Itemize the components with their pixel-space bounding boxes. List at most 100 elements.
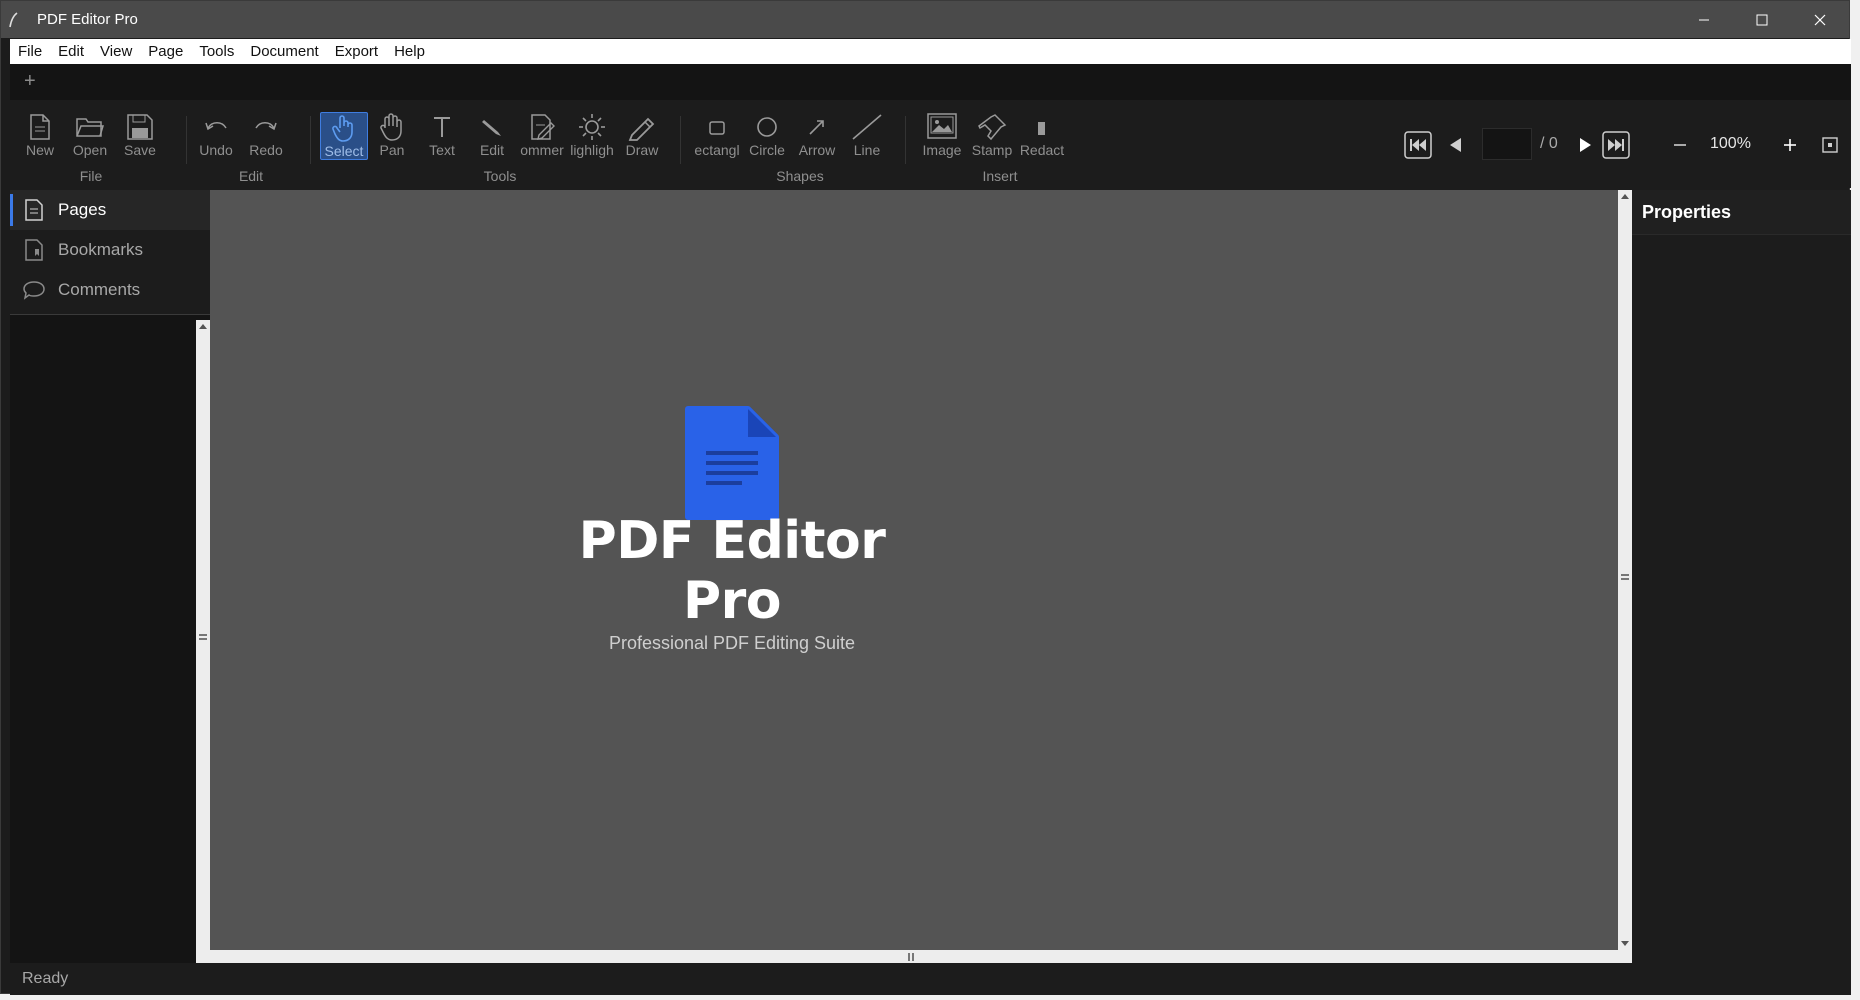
last-page-icon — [1602, 131, 1630, 159]
prev-page-button[interactable] — [1447, 136, 1465, 154]
redo-icon — [248, 112, 284, 142]
save-button[interactable]: Save — [116, 112, 164, 160]
stamp-icon — [974, 112, 1010, 142]
document-canvas[interactable]: PDF Editor Pro Professional PDF Editing … — [210, 190, 1618, 950]
floppy-disk-icon — [122, 112, 158, 142]
highlight-tool-label: lighligh — [570, 142, 614, 158]
select-tool-button[interactable]: Select — [320, 112, 368, 160]
scroll-grip — [1621, 574, 1629, 576]
pan-tool-label: Pan — [379, 142, 405, 158]
rectangle-icon — [699, 112, 735, 142]
feather-icon — [1, 1, 27, 38]
scroll-grip — [912, 953, 914, 961]
ribbon-toolbar: New Open Save File Undo Redo Edit Select… — [10, 100, 1851, 188]
window-controls — [1675, 1, 1849, 38]
circle-tool-label: Circle — [749, 142, 785, 158]
image-insert-label: Image — [922, 142, 962, 158]
zoom-in-button[interactable] — [1781, 136, 1799, 154]
stamp-button[interactable]: Stamp — [968, 112, 1016, 160]
plus-icon — [1784, 139, 1796, 151]
menu-file[interactable]: File — [10, 39, 50, 64]
close-icon — [1814, 14, 1826, 25]
image-icon — [924, 112, 960, 142]
scroll-down-icon — [1621, 941, 1629, 946]
welcome-screen: PDF Editor Pro Professional PDF Editing … — [522, 405, 942, 654]
comment-edit-icon — [524, 112, 560, 142]
comment-tool-label: ommer — [520, 142, 564, 158]
select-tool-label: Select — [324, 143, 364, 159]
canvas-vertical-scrollbar[interactable] — [1618, 190, 1632, 950]
menu-view[interactable]: View — [92, 39, 140, 64]
scroll-up-icon — [199, 324, 207, 329]
line-icon — [849, 112, 885, 142]
menu-page[interactable]: Page — [140, 39, 191, 64]
text-tool-button[interactable]: Text — [418, 112, 466, 160]
sidebar-vertical-scrollbar[interactable] — [196, 320, 210, 960]
undo-button[interactable]: Undo — [192, 112, 240, 160]
arrow-tool-button[interactable]: Arrow — [793, 112, 841, 160]
status-bar: Ready — [10, 963, 1851, 995]
undo-icon — [198, 112, 234, 142]
scroll-up-icon — [1621, 194, 1629, 199]
page-number-input[interactable] — [1482, 128, 1532, 160]
sidebar-tab-label: Pages — [58, 200, 107, 219]
page-total: / 0 — [1540, 135, 1558, 152]
rectangle-tool-button[interactable]: ectangl — [693, 112, 741, 160]
canvas-horizontal-scrollbar[interactable] — [196, 950, 1632, 963]
pan-tool-button[interactable]: Pan — [368, 112, 416, 160]
sidebar-tab-comments[interactable]: Comments — [10, 270, 210, 310]
fit-page-icon — [1822, 137, 1838, 153]
triangle-left-icon — [1450, 138, 1461, 152]
sidebar-tab-pages[interactable]: Pages — [10, 190, 210, 230]
line-tool-button[interactable]: Line — [843, 112, 891, 160]
highlight-tool-button[interactable]: lighligh — [568, 112, 616, 160]
redact-button[interactable]: Redact — [1018, 112, 1066, 160]
edit-tool-button[interactable]: Edit — [468, 112, 516, 160]
circle-tool-button[interactable]: Circle — [743, 112, 791, 160]
image-insert-button[interactable]: Image — [918, 112, 966, 160]
comment-tool-button[interactable]: ommer — [518, 112, 566, 160]
open-button-label: Open — [72, 142, 108, 158]
fit-page-button[interactable] — [1821, 136, 1839, 154]
menu-help[interactable]: Help — [386, 39, 433, 64]
menu-edit[interactable]: Edit — [50, 39, 92, 64]
add-tab-button[interactable]: + — [24, 70, 36, 92]
sun-highlight-icon — [574, 112, 610, 142]
first-page-button[interactable] — [1403, 130, 1433, 160]
undo-button-label: Undo — [199, 142, 233, 158]
next-page-button[interactable] — [1576, 136, 1594, 154]
save-button-label: Save — [124, 142, 156, 158]
maximize-button[interactable] — [1733, 1, 1791, 38]
properties-header: Properties — [1632, 190, 1851, 235]
rectangle-tool-label: ectangl — [694, 142, 740, 158]
menu-document[interactable]: Document — [242, 39, 326, 64]
zoom-out-button[interactable] — [1671, 136, 1689, 154]
document-logo-icon — [682, 405, 782, 521]
window-title: PDF Editor Pro — [37, 11, 138, 28]
toolbar-separator — [680, 116, 681, 164]
group-label-insert: Insert — [982, 168, 1018, 184]
draw-tool-button[interactable]: Draw — [618, 112, 666, 160]
minimize-button[interactable] — [1675, 1, 1733, 38]
group-label-edit: Edit — [238, 168, 264, 184]
status-text: Ready — [22, 970, 69, 987]
line-tool-label: Line — [853, 142, 881, 158]
redact-button-label: Redact — [1019, 142, 1065, 158]
redo-button[interactable]: Redo — [242, 112, 290, 160]
scroll-grip — [908, 953, 910, 961]
sidebar-tab-bookmarks[interactable]: Bookmarks — [10, 230, 210, 270]
scroll-grip — [199, 638, 207, 640]
draw-pen-icon — [624, 112, 660, 142]
pencil-icon — [474, 112, 510, 142]
title-bar: PDF Editor Pro — [1, 1, 1849, 38]
left-sidebar: Pages Bookmarks Comments — [10, 190, 210, 963]
new-button[interactable]: New — [16, 112, 64, 160]
page-thumbnails-panel — [10, 315, 210, 963]
menu-tools[interactable]: Tools — [191, 39, 242, 64]
close-button[interactable] — [1791, 1, 1849, 38]
last-page-button[interactable] — [1601, 130, 1631, 160]
redo-button-label: Redo — [249, 142, 283, 158]
hand-icon — [374, 112, 410, 142]
menu-export[interactable]: Export — [327, 39, 386, 64]
open-button[interactable]: Open — [66, 112, 114, 160]
